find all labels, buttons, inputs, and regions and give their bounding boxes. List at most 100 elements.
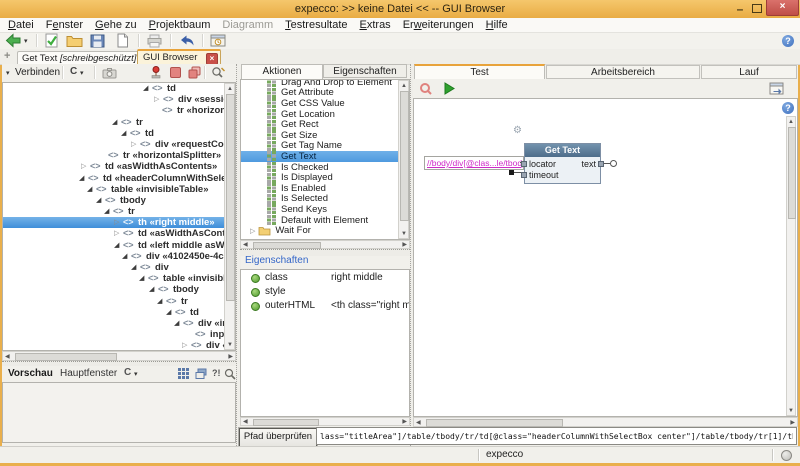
canvas-horizontal-scrollbar[interactable]: ◀ ▶ [413,417,798,427]
canvas-vertical-scrollbar[interactable]: ▲ ▼ [786,116,796,416]
expander-icon[interactable]: ◢ [122,252,127,260]
back-dropdown-caret[interactable]: ▾ [24,37,28,45]
tree-row[interactable]: ◢<>div «4102450e-4c8f-476d- [3,251,235,262]
tree-row[interactable]: ◢<>td [3,307,235,318]
tab-aktionen[interactable]: Aktionen [241,64,323,79]
pick-element-icon[interactable] [150,66,162,82]
preview-pane[interactable] [2,382,236,443]
tree-row[interactable]: ◢<>tr [3,206,235,217]
tree-row[interactable]: ◢<>tbody [3,284,235,295]
scroll-left-icon[interactable]: ◀ [5,353,10,361]
preview-refresh-caret-icon[interactable]: ▾ [134,370,138,378]
expander-icon[interactable]: ▷ [182,341,187,349]
tree-row[interactable]: ▷<>th «right middle» [3,217,235,228]
expander-icon[interactable]: ▷ [81,162,86,170]
tree-row[interactable]: ◢<>table «invisibleTable» [3,184,235,195]
action-item[interactable]: Is Displayed [241,172,409,183]
scroll-down-icon[interactable]: ▼ [788,407,794,415]
pin-timeout[interactable]: timeout [529,170,559,180]
scroll-left-icon[interactable]: ◀ [416,419,421,427]
output-pin-icon[interactable] [598,161,604,167]
expander-icon[interactable]: ◢ [166,308,171,316]
diagram-canvas[interactable]: ? ▲ ▼ ⚙ //body/div[@clas...le/tbody/tr[1… [413,98,798,417]
tree-row[interactable]: ▷<>div «requestContextLostSp [3,139,235,150]
scroll-right-icon[interactable]: ▶ [402,418,407,426]
menu-item-extras[interactable]: Extras [354,19,397,31]
tree-row[interactable]: <>tr «horizontalSplitter» [3,150,235,161]
check-path-button[interactable]: Pfad überprüfen [239,428,317,447]
property-row[interactable]: outerHTML<th class="right middle" expecc… [241,298,409,312]
tree-row[interactable]: <>input « [3,329,235,340]
scroll-right-icon[interactable]: ▶ [228,353,233,361]
action-item[interactable]: Default with Element [241,215,409,226]
scrollbar-thumb[interactable] [253,419,319,426]
preview-refresh-icon[interactable]: C [124,367,131,378]
scrollbar-thumb[interactable] [15,353,117,361]
expander-icon[interactable]: ◢ [79,174,84,182]
action-item[interactable]: Is Enabled [241,183,409,194]
expander-icon[interactable]: ◢ [149,285,154,293]
scroll-up-icon[interactable]: ▲ [788,118,794,126]
scroll-down-icon[interactable]: ▼ [401,230,407,238]
tab-get-text[interactable]: Get Text [schreibgeschützt] [17,51,142,65]
grid-icon[interactable] [178,368,189,382]
tab-lauf[interactable]: Lauf [701,65,797,79]
expander-icon[interactable]: ▷ [114,218,119,226]
scroll-right-icon[interactable]: ▶ [402,241,407,249]
expander-icon[interactable]: ◢ [112,118,117,126]
input-pin-icon[interactable] [521,161,527,167]
menu-item-testresultate[interactable]: Testresultate [279,19,353,31]
actions-horizontal-scrollbar[interactable]: ◀ ▶ [240,240,410,249]
expander-icon[interactable]: ◢ [114,241,119,249]
actions-vertical-scrollbar[interactable]: ▲ ▼ [398,80,409,239]
tree-row[interactable]: ◢<>td [3,128,235,139]
minimize-button[interactable]: – [733,3,747,14]
connect-button[interactable]: Verbinden [15,67,60,78]
connect-caret-icon[interactable]: ▾ [6,69,10,77]
tree-row[interactable]: ◢<>div [3,262,235,273]
tree-row[interactable]: ▷<>td «asWidthAsContents» [3,161,235,172]
expander-icon[interactable]: ◢ [104,207,109,215]
action-item[interactable]: Is Selected [241,194,409,205]
inspect-question-icon[interactable]: ?! [212,368,221,378]
menu-item-datei[interactable]: Datei [2,19,40,31]
tree-row[interactable]: ◢<>tbody [3,195,235,206]
pin-locator[interactable]: locator [529,159,556,169]
add-tab-icon[interactable]: + [4,50,10,62]
tree-row[interactable]: ◢<>td [3,83,235,94]
tab-arbeitsbereich[interactable]: Arbeitsbereich [546,65,700,79]
menu-item-projektbaum[interactable]: Projektbaum [143,19,217,31]
scroll-left-icon[interactable]: ◀ [243,241,248,249]
tree-row[interactable]: ◢<>div «input [3,318,235,329]
tab-vorschau[interactable]: Vorschau [8,368,53,379]
expander-icon[interactable]: ◢ [96,196,101,204]
gear-icon[interactable]: ⚙ [513,125,522,136]
locator-value-label[interactable]: //body/div[@clas...le/tbody/tr[1]/th [424,156,524,170]
menu-item-fenster[interactable]: Fenster [40,19,89,31]
property-row[interactable]: classright middle [241,270,409,284]
tab-hauptfenster[interactable]: Hauptfenster [60,368,117,379]
search-edit-icon[interactable] [211,66,226,82]
scrollbar-thumb[interactable] [400,91,409,221]
expander-icon[interactable]: ◢ [157,297,162,305]
action-item[interactable]: Send Keys [241,204,409,215]
refresh-caret-icon[interactable]: ▾ [80,69,84,77]
scroll-up-icon[interactable]: ▲ [227,85,233,93]
tree-row[interactable]: ◢<>tr [3,117,235,128]
get-text-block[interactable]: Get Text locator text timeout [524,143,601,184]
action-item[interactable]: Get Size [241,130,409,141]
menu-item-erweiterungen[interactable]: Erweiterungen [397,19,480,31]
tree-row[interactable]: ◢<>td «left middle asWidthAsCon [3,240,235,251]
tree-row[interactable]: ▷<>div «sessionExpiredHint» [3,94,235,105]
tab-test[interactable]: Test [414,64,545,79]
tree-row[interactable]: ▷<>div «fil [3,340,235,351]
expander-icon[interactable]: ◢ [174,319,179,327]
scrollbar-thumb[interactable] [226,94,235,301]
scroll-right-icon[interactable]: ▶ [790,419,795,427]
scrollbar-thumb[interactable] [788,127,796,219]
action-item[interactable]: Get CSS Value [241,98,409,109]
expander-icon[interactable]: ▷ [131,140,136,148]
output-connector-icon[interactable] [610,160,617,167]
expander-icon[interactable]: ▷ [250,227,255,235]
tree-vertical-scrollbar[interactable]: ▲ ▼ [224,83,235,350]
